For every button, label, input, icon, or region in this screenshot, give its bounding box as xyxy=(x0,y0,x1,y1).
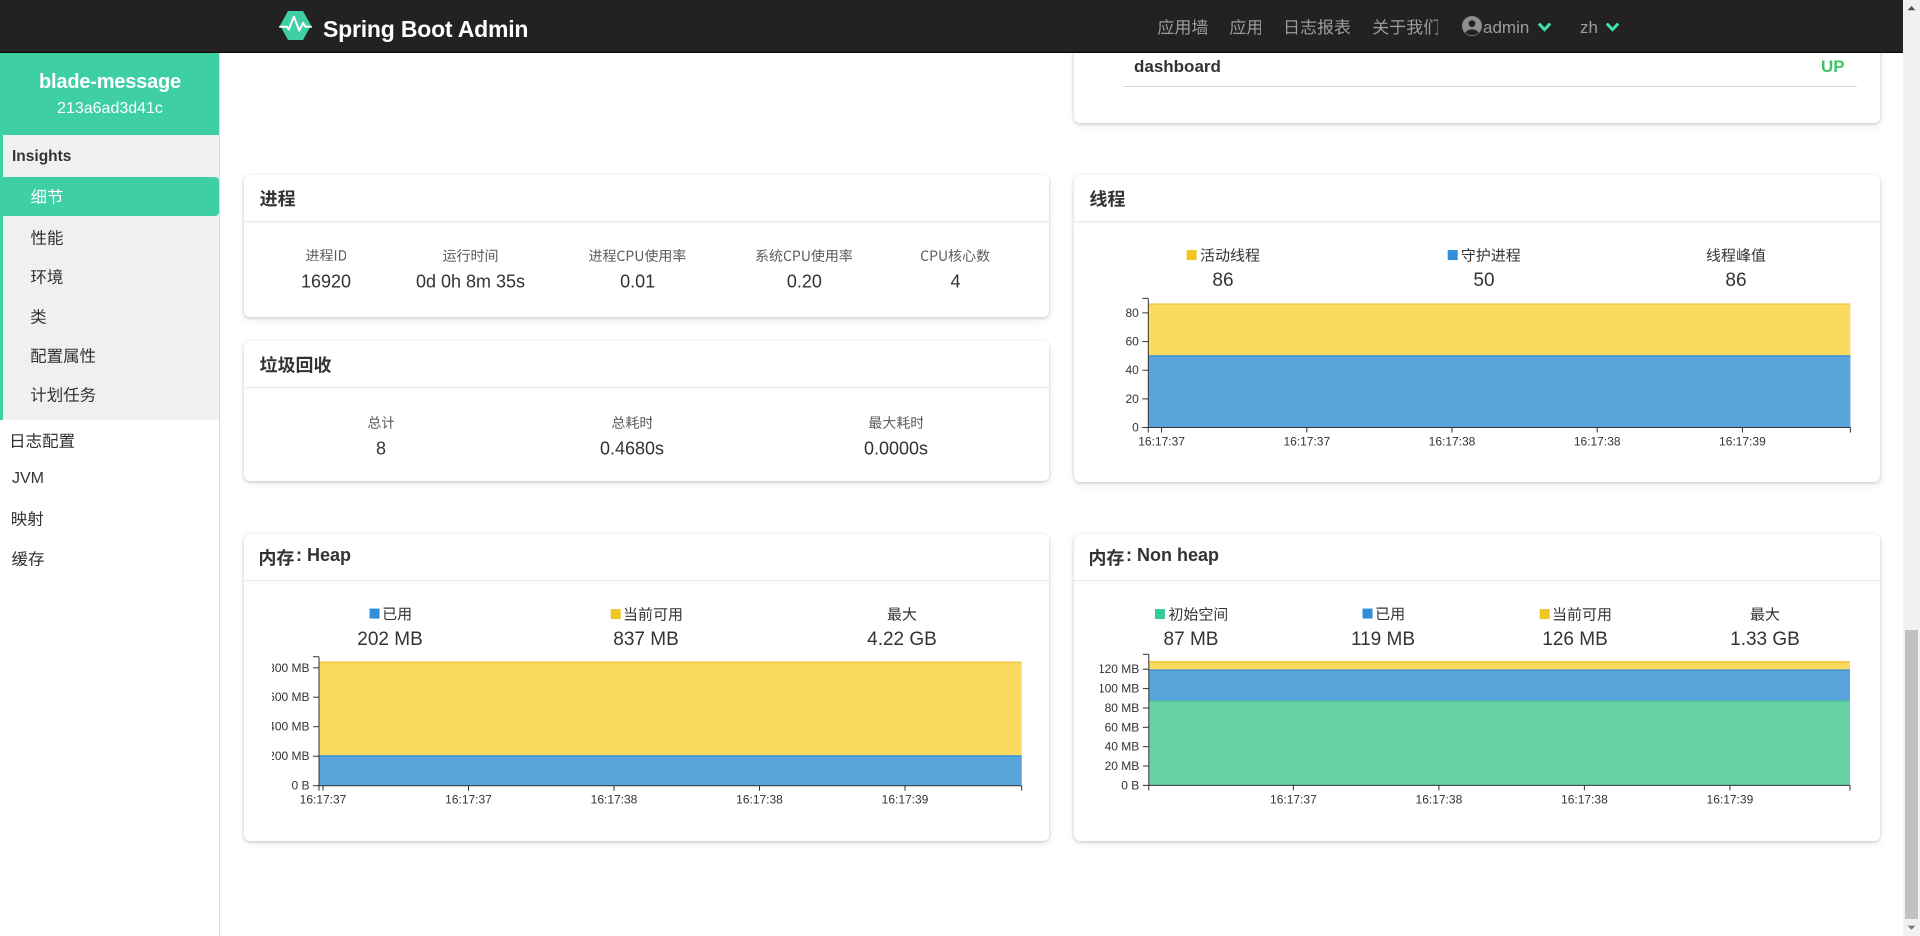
svg-text:60 MB: 60 MB xyxy=(1104,720,1139,734)
svg-text:40: 40 xyxy=(1125,363,1139,377)
svg-text:16:17:37: 16:17:37 xyxy=(1138,435,1185,449)
svg-text:800 MB: 800 MB xyxy=(272,661,310,675)
svg-text:400 MB: 400 MB xyxy=(272,720,310,734)
svg-text:16:17:39: 16:17:39 xyxy=(1719,435,1766,449)
svg-text:16:17:38: 16:17:38 xyxy=(736,793,783,807)
svg-text:16:17:38: 16:17:38 xyxy=(1415,792,1462,806)
svg-text:20: 20 xyxy=(1125,392,1139,406)
svg-text:16:17:37: 16:17:37 xyxy=(300,793,347,807)
svg-text:200 MB: 200 MB xyxy=(272,749,310,763)
svg-text:80 MB: 80 MB xyxy=(1104,701,1139,715)
svg-text:16:17:39: 16:17:39 xyxy=(1706,792,1753,806)
svg-text:100 MB: 100 MB xyxy=(1100,682,1139,696)
svg-text:0 B: 0 B xyxy=(291,779,309,793)
svg-text:16:17:39: 16:17:39 xyxy=(882,793,929,807)
svg-text:0 B: 0 B xyxy=(1121,778,1139,792)
svg-text:16:17:38: 16:17:38 xyxy=(1429,435,1476,449)
svg-text:16:17:38: 16:17:38 xyxy=(1574,435,1621,449)
svg-text:60: 60 xyxy=(1125,335,1139,349)
svg-text:40 MB: 40 MB xyxy=(1104,740,1139,754)
svg-text:16:17:38: 16:17:38 xyxy=(1561,792,1608,806)
svg-text:80: 80 xyxy=(1125,306,1139,320)
svg-text:16:17:38: 16:17:38 xyxy=(591,793,638,807)
svg-text:16:17:37: 16:17:37 xyxy=(1283,435,1330,449)
svg-text:16:17:37: 16:17:37 xyxy=(1270,792,1317,806)
svg-text:600 MB: 600 MB xyxy=(272,690,310,704)
svg-text:16:17:37: 16:17:37 xyxy=(445,793,492,807)
svg-text:120 MB: 120 MB xyxy=(1100,662,1139,676)
svg-text:0: 0 xyxy=(1132,421,1139,435)
svg-text:20 MB: 20 MB xyxy=(1104,759,1139,773)
